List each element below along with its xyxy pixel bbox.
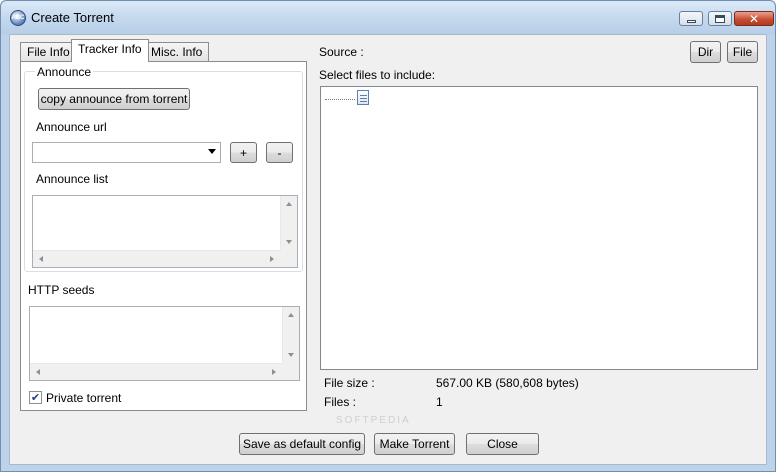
close-icon: ✕ (748, 11, 760, 26)
softpedia-watermark: SOFTPEDIA (336, 415, 411, 426)
scroll-right-icon[interactable] (272, 369, 276, 375)
tab-tracker-info[interactable]: Tracker Info (71, 39, 149, 62)
dialog-client-area: File Info Tracker Info Misc. Info Announ… (9, 34, 767, 465)
source-label: Source : (319, 45, 364, 59)
http-seeds-label: HTTP seeds (28, 283, 95, 297)
announce-group-label: Announce (35, 65, 94, 79)
scroll-corner (280, 250, 297, 267)
title-bar[interactable]: ABC Create Torrent ✕ (1, 1, 775, 34)
announce-list-hscrollbar[interactable] (33, 250, 280, 267)
announce-list[interactable] (32, 195, 298, 268)
announce-list-vscrollbar[interactable] (280, 196, 297, 250)
chevron-down-icon (208, 149, 216, 154)
file-button[interactable]: File (727, 41, 758, 63)
scroll-corner (282, 363, 299, 380)
file-tree-view[interactable] (320, 86, 758, 370)
scroll-left-icon[interactable] (36, 369, 40, 375)
scroll-right-icon[interactable] (270, 256, 274, 262)
create-torrent-window: ABC Create Torrent ✕ File Info Tracker I… (0, 0, 776, 472)
http-seeds-hscrollbar[interactable] (30, 363, 282, 380)
scroll-up-icon[interactable] (288, 313, 294, 317)
close-window-button[interactable]: ✕ (734, 11, 774, 26)
maximize-button[interactable] (708, 11, 732, 26)
private-torrent-checkbox[interactable]: ✔ (29, 391, 42, 404)
scroll-left-icon[interactable] (39, 256, 43, 262)
announce-list-label: Announce list (36, 172, 109, 186)
announce-url-label: Announce url (36, 120, 107, 134)
http-seeds-vscrollbar[interactable] (282, 307, 299, 363)
dir-button[interactable]: Dir (690, 41, 721, 63)
remove-tracker-button[interactable]: - (266, 142, 293, 163)
select-files-label: Select files to include: (319, 68, 436, 82)
minimize-button[interactable] (679, 11, 703, 26)
file-size-value: 567.00 KB (580,608 bytes) (436, 376, 579, 390)
make-torrent-button[interactable]: Make Torrent (374, 433, 455, 455)
maximize-icon (715, 14, 725, 23)
tree-connector (325, 99, 355, 100)
scroll-down-icon[interactable] (288, 353, 294, 357)
copy-announce-button[interactable]: copy announce from torrent (38, 88, 190, 110)
window-title: Create Torrent (31, 10, 114, 25)
save-default-config-button[interactable]: Save as default config (239, 433, 365, 455)
scroll-up-icon[interactable] (286, 202, 292, 206)
app-logo-icon: ABC (10, 10, 26, 26)
tab-file-info[interactable]: File Info (20, 42, 77, 62)
http-seeds-list[interactable] (29, 306, 300, 381)
add-tracker-button[interactable]: + (230, 142, 257, 163)
scroll-down-icon[interactable] (286, 240, 292, 244)
close-button[interactable]: Close (466, 433, 539, 455)
tab-misc-info[interactable]: Misc. Info (144, 42, 210, 62)
minimize-icon (686, 20, 696, 23)
file-size-label: File size : (324, 376, 375, 390)
files-label: Files : (324, 395, 357, 409)
announce-url-combo[interactable] (32, 142, 221, 163)
private-torrent-label[interactable]: Private torrent (46, 391, 121, 405)
files-count-value: 1 (436, 395, 443, 409)
document-icon[interactable] (357, 90, 369, 105)
tracker-info-panel: Announce copy announce from torrent Anno… (20, 61, 307, 411)
